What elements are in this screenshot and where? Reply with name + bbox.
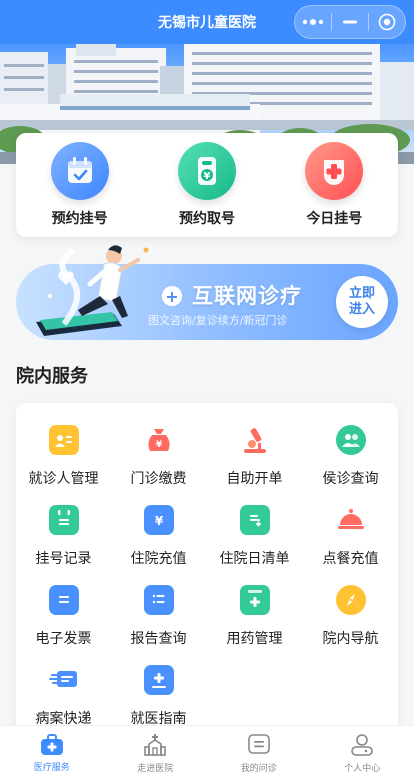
service-medical-record-express[interactable]: 病案快递 — [16, 665, 111, 728]
svg-text:¥: ¥ — [155, 440, 162, 450]
section-title-in-hospital-services: 院内服务 — [16, 366, 88, 387]
service-patient-management[interactable]: 就诊人管理 — [16, 425, 111, 488]
service-e-invoice[interactable]: 电子发票 — [16, 585, 111, 648]
service-inpatient-daily-list[interactable]: 住院日清单 — [207, 505, 302, 568]
service-label: 电子发票 — [35, 631, 92, 647]
compass-icon — [335, 585, 366, 615]
hospital-building-icon — [144, 733, 167, 756]
service-report-query[interactable]: 报告查询 — [111, 585, 206, 648]
page-title: 无锡市儿童医院 — [158, 15, 256, 31]
service-self-order[interactable]: 自助开单 — [207, 425, 302, 488]
wallet-yen-icon: ¥ — [143, 505, 174, 535]
tab-medical-services[interactable]: 医疗服务 — [0, 726, 104, 780]
medical-cross-icon — [305, 142, 364, 200]
internet-clinic-subtitle: 图文咨询/复诊续方/新冠门诊 — [148, 314, 288, 327]
medical-kit-icon — [40, 733, 63, 755]
service-indoor-navigation[interactable]: 院内导航 — [303, 585, 398, 648]
daily-list-icon — [239, 505, 270, 535]
service-outpatient-payment[interactable]: ¥ 门诊缴费 — [111, 425, 206, 488]
user-profile-icon — [351, 733, 374, 756]
service-label: 用药管理 — [226, 631, 283, 647]
service-inpatient-recharge[interactable]: ¥ 住院充值 — [111, 505, 206, 568]
quick-appointment-pickup[interactable]: ¥ 预约取号 — [152, 142, 262, 228]
food-cloche-icon — [336, 505, 366, 535]
service-label: 挂号记录 — [35, 551, 92, 567]
service-label: 就诊人管理 — [28, 471, 99, 487]
report-list-icon — [143, 585, 174, 615]
microscope-icon — [240, 425, 270, 455]
quick-label: 今日挂号 — [306, 211, 363, 227]
invoice-icon — [48, 585, 79, 615]
svg-text:¥: ¥ — [204, 171, 211, 182]
express-delivery-icon — [48, 665, 79, 695]
more-dots-icon[interactable] — [295, 6, 331, 38]
service-label: 自助开单 — [226, 471, 283, 487]
in-hospital-services-card: 就诊人管理 ¥ 门诊缴费 自助开单 侯诊查询 挂号记录 ¥ 住院充值 住院日清单… — [16, 403, 398, 743]
service-waiting-query[interactable]: 侯诊查询 — [303, 425, 398, 488]
service-register-records[interactable]: 挂号记录 — [16, 505, 111, 568]
service-label: 门诊缴费 — [130, 471, 187, 487]
money-bag-icon: ¥ — [144, 425, 174, 455]
service-label: 院内导航 — [322, 631, 379, 647]
quick-label: 预约取号 — [178, 211, 235, 227]
service-medication-management[interactable]: 用药管理 — [207, 585, 302, 648]
ticket-yen-icon: ¥ — [177, 142, 236, 200]
service-label: 住院充值 — [130, 551, 187, 567]
minimize-icon[interactable] — [332, 6, 368, 38]
tab-label: 我的问诊 — [240, 763, 277, 774]
tab-about-hospital[interactable]: 走进医院 — [104, 726, 208, 780]
service-meal-recharge[interactable]: 点餐充值 — [303, 505, 398, 568]
users-group-icon — [335, 425, 366, 455]
enter-now-label: 立即 进入 — [348, 286, 375, 317]
tab-label: 个人中心 — [344, 763, 381, 774]
target-close-icon[interactable] — [369, 6, 405, 38]
medicine-box-icon — [239, 585, 270, 615]
top-navigation-bar: 无锡市儿童医院 — [0, 0, 414, 44]
enter-now-button[interactable]: 立即 进入 — [336, 276, 388, 328]
quick-label: 预约挂号 — [51, 211, 108, 227]
chat-consult-icon — [247, 733, 270, 754]
service-label: 住院日清单 — [219, 551, 290, 567]
quick-appointment-register[interactable]: 预约挂号 — [25, 142, 135, 228]
internet-clinic-title: 互联网诊疗 — [192, 284, 302, 308]
plus-icon: + — [162, 286, 182, 306]
doctor-illustration — [16, 236, 156, 344]
service-medical-guide[interactable]: 就医指南 — [111, 665, 206, 728]
tab-personal-center[interactable]: 个人中心 — [311, 726, 414, 780]
tab-label: 医疗服务 — [33, 762, 70, 773]
calendar-check-icon — [50, 142, 109, 200]
service-label: 侯诊查询 — [322, 471, 379, 487]
quick-today-register[interactable]: 今日挂号 — [279, 142, 389, 228]
service-label: 报告查询 — [130, 631, 187, 647]
guide-book-icon — [143, 665, 174, 695]
mini-program-capsule — [294, 5, 406, 39]
patient-card-icon — [48, 425, 79, 455]
register-record-icon — [48, 505, 79, 535]
svg-text:¥: ¥ — [154, 514, 163, 528]
tab-label: 走进医院 — [137, 763, 174, 774]
quick-actions-card: 预约挂号 ¥ 预约取号 今日挂号 — [16, 133, 398, 237]
tab-my-consultations[interactable]: 我的问诊 — [207, 726, 311, 780]
service-label: 点餐充值 — [322, 551, 379, 567]
bottom-tab-bar: 医疗服务 走进医院 我的问诊 个人中心 — [0, 725, 414, 780]
